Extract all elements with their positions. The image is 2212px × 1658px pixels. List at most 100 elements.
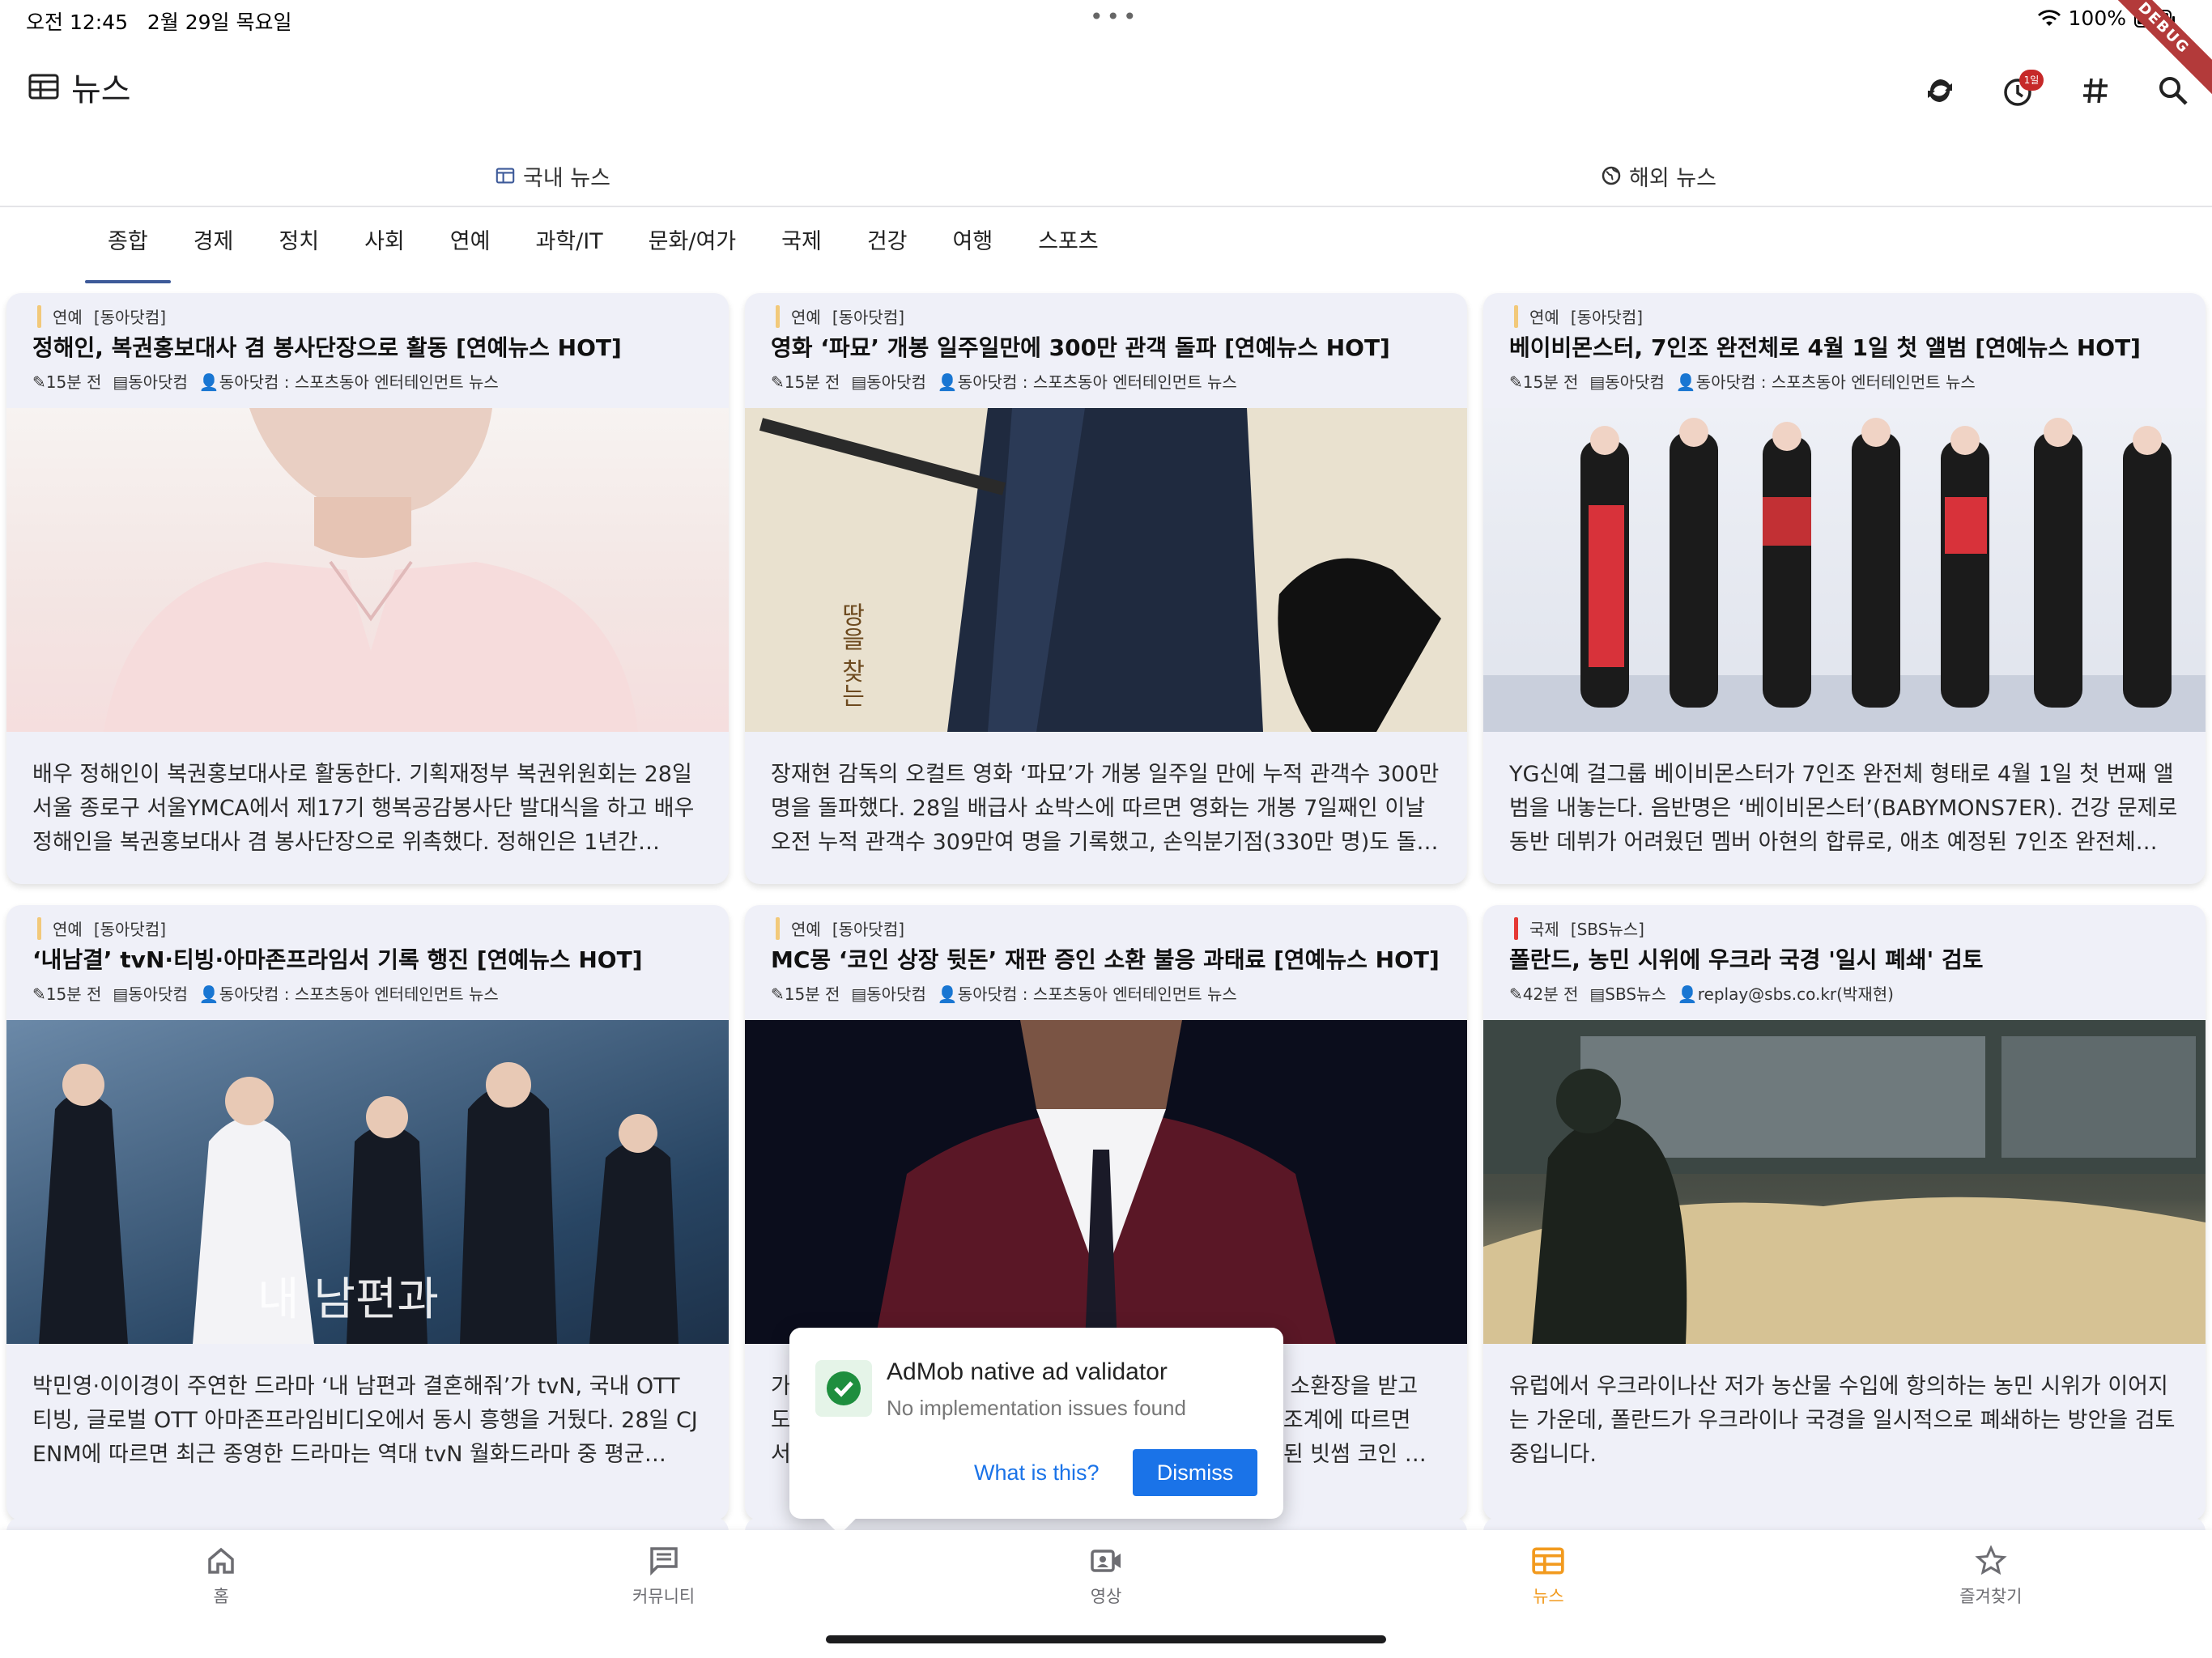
card-summary: 유럽에서 우크라이나산 저가 농산물 수입에 항의하는 농민 시위가 이어지는 …	[1509, 1374, 2176, 1467]
status-time: 오전 12:45 2월 29일 목요일	[26, 11, 292, 34]
card-category: 연예 [동아닷컴]	[37, 304, 166, 328]
status-bar: 오전 12:45 2월 29일 목요일 ••• 100% DEBUG	[0, 0, 2212, 106]
dismiss-button[interactable]: Dismiss	[1133, 1449, 1257, 1496]
news-icon	[1532, 1547, 1565, 1575]
nav-home[interactable]: 홈	[0, 1530, 442, 1658]
source-icon: ▤동아닷컴	[113, 372, 188, 392]
pen-icon: ✎15분 전	[1509, 372, 1579, 392]
newspaper-icon	[496, 168, 515, 184]
check-icon	[815, 1360, 872, 1417]
news-card[interactable]: 연예 [동아닷컴] ‘내남결’ tvN·티빙·아마존프라임서 기록 행진 [연예뉴…	[6, 905, 729, 1520]
tab-category-general[interactable]: 종합	[85, 209, 171, 283]
tab-category-sports[interactable]: 스포츠	[1015, 209, 1121, 283]
card-headline: 정해인, 복권홍보대사 겸 봉사단장으로 활동 [연예뉴스 HOT]	[32, 334, 622, 361]
card-image	[1483, 408, 2206, 732]
tab-category-society[interactable]: 사회	[342, 209, 428, 283]
refresh-button[interactable]	[1901, 62, 1979, 120]
what-is-this-link[interactable]: What is this?	[974, 1460, 1100, 1486]
card-headline: MC몽 ‘코인 상장 뒷돈’ 재판 증인 소환 불응 과태료 [연예뉴스 HOT…	[771, 946, 1440, 973]
nav-news[interactable]: 뉴스	[1327, 1530, 1769, 1658]
history-button[interactable]: 1일	[1979, 62, 2057, 120]
pen-icon: ✎15분 전	[32, 984, 102, 1004]
notification-badge: 1일	[2019, 70, 2044, 91]
tab-category-health[interactable]: 건강	[844, 209, 930, 283]
tab-category-economy[interactable]: 경제	[171, 209, 257, 283]
news-card[interactable]: 연예 [동아닷컴] 영화 ‘파묘’ 개봉 일주일만에 300만 관객 돌파 [연예…	[745, 293, 1467, 884]
category-tabs: 종합 경제 정치 사회 연예 과학/IT 문화/여가 국제 건강 여행 스포츠	[85, 209, 1121, 283]
battery-percent: 100%	[2068, 6, 2126, 30]
admob-title: AdMob native ad validator	[887, 1358, 1168, 1385]
pen-icon: ✎42분 전	[1509, 984, 1579, 1004]
card-image	[6, 408, 729, 732]
card-category: 국제 [SBS뉴스]	[1514, 916, 1644, 940]
app-bar-actions: 1일	[1901, 62, 2212, 120]
card-meta: ✎15분 전 ▤동아닷컴 👤동아닷컴 : 스포츠동아 엔터테인먼트 뉴스	[32, 369, 499, 393]
tab-category-politics[interactable]: 정치	[256, 209, 342, 283]
tab-category-science-it[interactable]: 과학/IT	[513, 209, 625, 283]
home-indicator[interactable]	[826, 1635, 1386, 1643]
card-meta: ✎42분 전 ▤SBS뉴스 👤replay@sbs.co.kr(박재현)	[1509, 981, 1894, 1005]
tab-foreign-news[interactable]: 해외 뉴스	[1106, 146, 2212, 206]
nav-favorites[interactable]: 즐겨찾기	[1770, 1530, 2212, 1658]
search-icon	[2159, 77, 2188, 105]
card-summary: 박민영·이이경이 주연한 드라마 ‘내 남편과 결혼해줘’가 tvN, 국내 O…	[32, 1374, 698, 1467]
card-category: 연예 [동아닷컴]	[776, 916, 904, 940]
source-icon: ▤동아닷컴	[1589, 372, 1665, 392]
news-card[interactable]: 국제 [SBS뉴스] 폴란드, 농민 시위에 우크라 국경 '일시 폐쇄' 검토 …	[1483, 905, 2206, 1520]
poster-text: 땅을 찾는	[836, 602, 865, 708]
card-image	[1483, 1020, 2206, 1344]
tab-domestic-news[interactable]: 국내 뉴스	[0, 146, 1106, 206]
tab-category-culture[interactable]: 문화/여가	[626, 209, 759, 283]
card-headline: 베이비몬스터, 7인조 완전체로 4월 1일 첫 앨범 [연예뉴스 HOT]	[1509, 334, 2141, 361]
person-icon: 👤동아닷컴 : 스포츠동아 엔터테인먼트 뉴스	[198, 984, 499, 1004]
admob-subtitle: No implementation issues found	[887, 1396, 1186, 1420]
app-bar: 뉴스 1일	[0, 49, 2212, 121]
source-icon: ▤SBS뉴스	[1589, 984, 1666, 1004]
card-category: 연예 [동아닷컴]	[776, 304, 904, 328]
tab-category-entertainment[interactable]: 연예	[428, 209, 513, 283]
page-title: 뉴스	[28, 63, 131, 110]
person-icon: 👤동아닷컴 : 스포츠동아 엔터테인먼트 뉴스	[198, 372, 499, 392]
card-meta: ✎15분 전 ▤동아닷컴 👤동아닷컴 : 스포츠동아 엔터테인먼트 뉴스	[771, 981, 1237, 1005]
region-tabs: 국내 뉴스 해외 뉴스	[0, 146, 2212, 207]
card-meta: ✎15분 전 ▤동아닷컴 👤동아닷컴 : 스포츠동아 엔터테인먼트 뉴스	[32, 981, 499, 1005]
source-icon: ▤동아닷컴	[851, 372, 926, 392]
search-button[interactable]	[2134, 62, 2212, 120]
nav-community[interactable]: 커뮤니티	[442, 1530, 884, 1658]
card-category: 연예 [동아닷컴]	[1514, 304, 1643, 328]
news-card[interactable]: 연예 [동아닷컴] 정해인, 복권홍보대사 겸 봉사단장으로 활동 [연예뉴스 H…	[6, 293, 729, 884]
card-meta: ✎15분 전 ▤동아닷컴 👤동아닷컴 : 스포츠동아 엔터테인먼트 뉴스	[1509, 369, 1976, 393]
admob-validator-popup: AdMob native ad validator No implementat…	[789, 1328, 1283, 1519]
person-icon: 👤동아닷컴 : 스포츠동아 엔터테인먼트 뉴스	[937, 984, 1237, 1004]
globe-icon	[1602, 166, 1621, 185]
card-summary: 장재현 감독의 오컬트 영화 ‘파묘’가 개봉 일주일 만에 누적 관객수 30…	[771, 762, 1440, 855]
star-icon	[1975, 1545, 2007, 1575]
tab-category-travel[interactable]: 여행	[930, 209, 1016, 283]
card-image	[745, 1020, 1467, 1344]
card-meta: ✎15분 전 ▤동아닷컴 👤동아닷컴 : 스포츠동아 엔터테인먼트 뉴스	[771, 369, 1237, 393]
pen-icon: ✎15분 전	[771, 372, 840, 392]
card-headline: 폴란드, 농민 시위에 우크라 국경 '일시 폐쇄' 검토	[1509, 946, 1984, 973]
poster-caption: 내 남편과	[257, 1273, 439, 1326]
source-icon: ▤동아닷컴	[851, 984, 926, 1004]
person-icon: 👤replay@sbs.co.kr(박재현)	[1677, 984, 1894, 1004]
newspaper-icon	[28, 74, 59, 100]
person-icon: 👤동아닷컴 : 스포츠동아 엔터테인먼트 뉴스	[1675, 372, 1976, 392]
source-icon: ▤동아닷컴	[113, 984, 188, 1004]
card-category: 연예 [동아닷컴]	[37, 916, 166, 940]
wifi-icon	[2037, 9, 2061, 26]
card-summary: 배우 정해인이 복권홍보대사로 활동한다. 기획재정부 복권위원회는 28일 서…	[32, 762, 695, 855]
hashtag-icon	[2083, 78, 2108, 104]
card-summary-right: 인 소환장을 받고 법조계에 따르면 행된 빗썸 코인 …	[1263, 1374, 1427, 1467]
multitasking-dots[interactable]: •••	[1090, 3, 1140, 30]
news-card[interactable]: 연예 [동아닷컴] 베이비몬스터, 7인조 완전체로 4월 1일 첫 앨범 [연예…	[1483, 293, 2206, 884]
person-icon: 👤동아닷컴 : 스포츠동아 엔터테인먼트 뉴스	[937, 372, 1237, 392]
card-image: 내 남편과	[6, 1020, 729, 1344]
tab-category-world[interactable]: 국제	[759, 209, 844, 283]
card-headline: 영화 ‘파묘’ 개봉 일주일만에 300만 관객 돌파 [연예뉴스 HOT]	[771, 334, 1390, 361]
hashtag-button[interactable]	[2057, 62, 2134, 120]
video-icon	[1091, 1550, 1121, 1572]
card-summary: YG신예 걸그룹 베이비몬스터가 7인조 완전체 형태로 4월 1일 첫 번째 …	[1509, 762, 2178, 855]
home-icon	[208, 1547, 234, 1574]
refresh-icon	[1928, 79, 1952, 102]
